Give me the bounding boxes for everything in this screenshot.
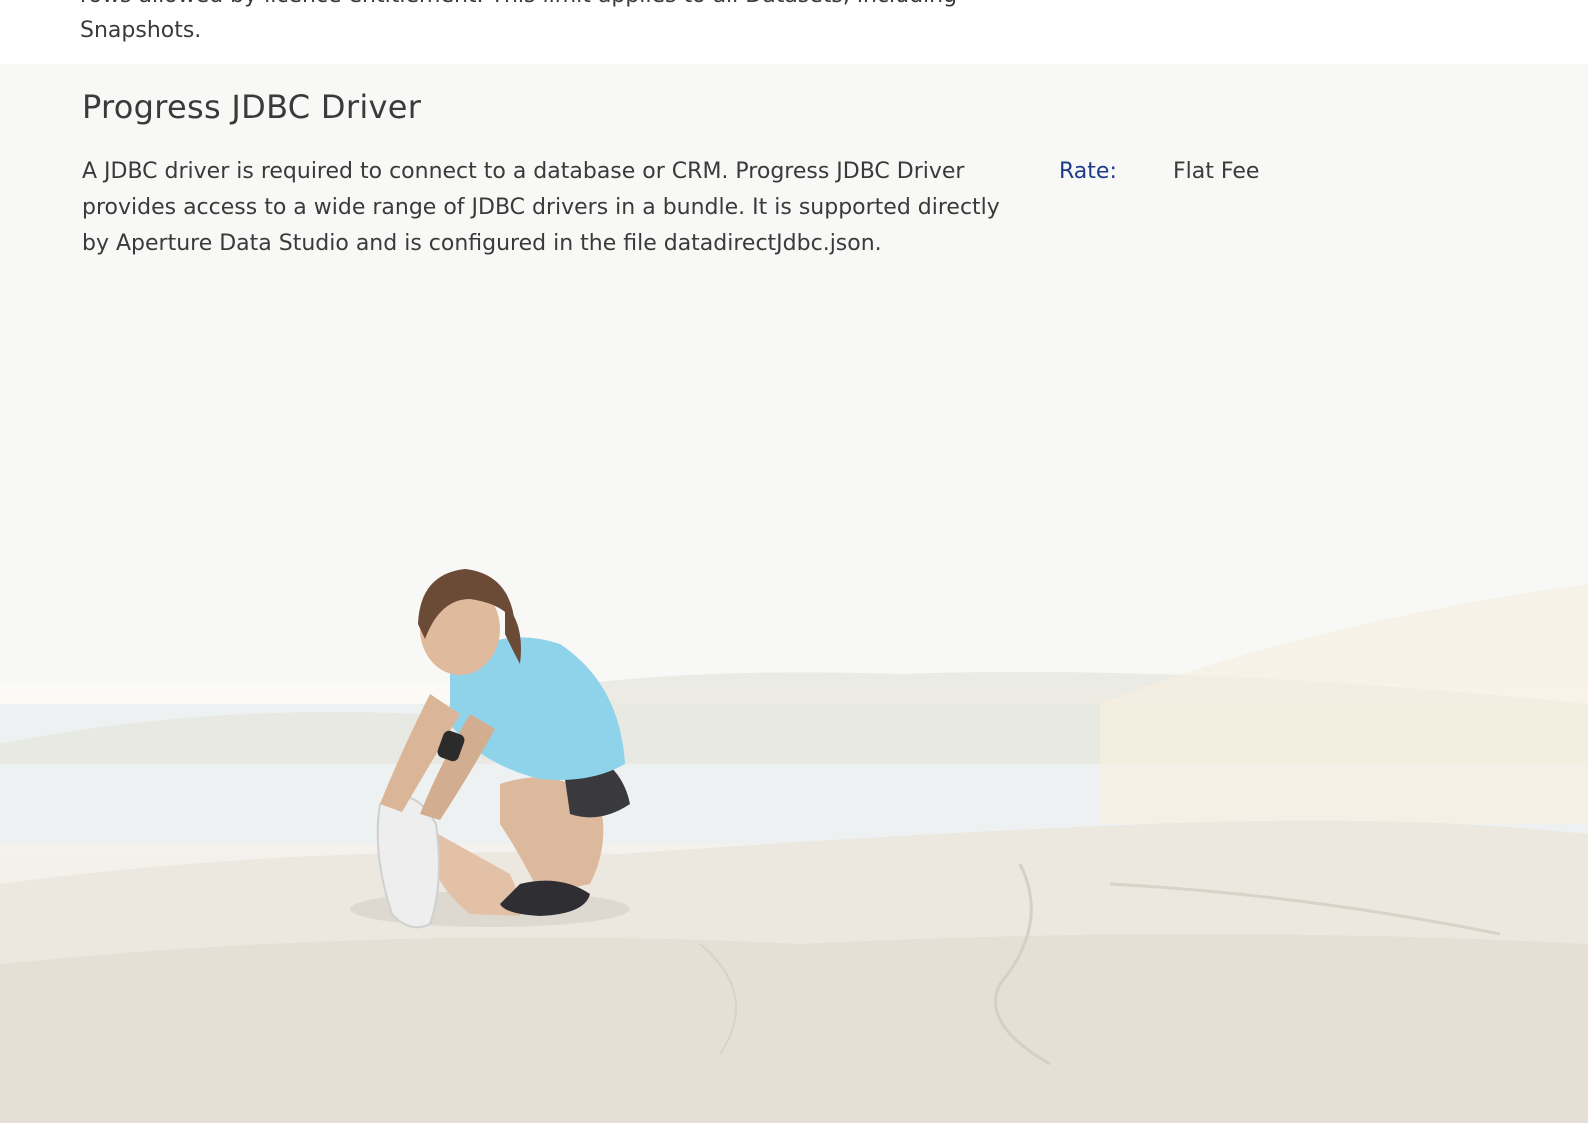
section-description: A JDBC driver is required to connect to … [82, 159, 1000, 256]
section-title: Progress JDBC Driver [82, 88, 422, 126]
rate-label: Rate: [1059, 159, 1117, 184]
rate-value: Flat Fee [1173, 159, 1260, 184]
top-strip: rows allowed by licence entitlement. Thi… [0, 0, 1588, 64]
intro-paragraph: rows allowed by licence entitlement. Thi… [80, 0, 957, 43]
